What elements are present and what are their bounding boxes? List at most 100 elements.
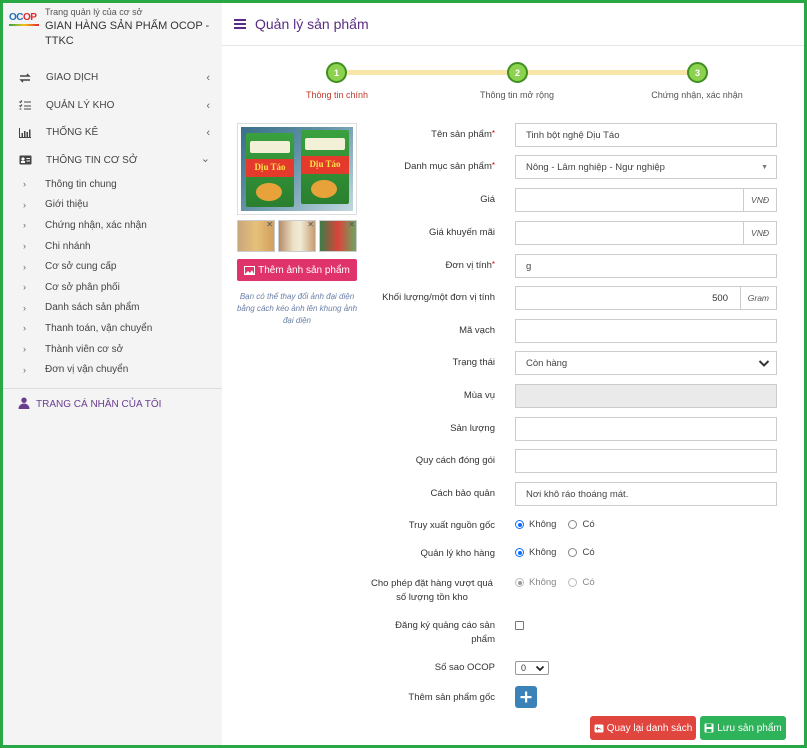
- overorder-radio-yes: [568, 578, 578, 587]
- sidebar-sub-label: Cơ sở cung cấp: [45, 261, 117, 273]
- save-product-button[interactable]: Lưu sản phẩm: [700, 716, 786, 740]
- radio-label: Có: [582, 577, 595, 588]
- close-icon[interactable]: ✕: [266, 221, 273, 229]
- chevron-right-icon: ›: [23, 323, 26, 334]
- swap-icon: [18, 72, 32, 84]
- step-connector: [347, 70, 517, 75]
- chevron-down-icon: ⌄: [200, 152, 210, 165]
- menu-icon[interactable]: [234, 19, 246, 29]
- inventory-label: Quản lý kho hàng: [420, 548, 495, 559]
- add-image-label: Thêm ảnh sản phẩm: [258, 264, 350, 276]
- barcode-input[interactable]: [515, 319, 777, 343]
- chevron-right-icon: ›: [23, 241, 26, 252]
- thumbnail[interactable]: ✕: [319, 220, 357, 252]
- output-label: Sản lượng: [450, 423, 495, 434]
- save-icon: [704, 723, 714, 733]
- main-product-image[interactable]: Dịu Táo Dịu Táo: [237, 123, 357, 215]
- chevron-down-icon: [758, 356, 770, 370]
- origin-label: Thêm sản phẩm gốc: [408, 692, 495, 703]
- sidebar-item-label: GIAO DỊCH: [46, 72, 99, 84]
- step-2-dot[interactable]: 2: [507, 62, 528, 83]
- radio-label: Không: [529, 547, 557, 558]
- step-3-label[interactable]: Chứng nhận, xác nhận: [651, 90, 743, 100]
- season-label: Mùa vụ: [463, 390, 495, 401]
- weight-input[interactable]: 500 Gram: [515, 286, 777, 310]
- packing-input[interactable]: [515, 449, 777, 473]
- product-name-input[interactable]: Tinh bột nghệ Dịu Táo: [515, 123, 777, 147]
- sidebar-item-profile[interactable]: TRANG CÁ NHÂN CỦA TÔI: [3, 389, 222, 421]
- season-input: [515, 384, 777, 408]
- sidebar-sub-item[interactable]: › Chi nhánh: [3, 236, 222, 257]
- sidebar-sub-item[interactable]: › Cơ sở cung cấp: [3, 256, 222, 277]
- sidebar-sub-item[interactable]: › Thông tin chung: [3, 174, 222, 195]
- price-input[interactable]: VNĐ: [515, 188, 777, 212]
- pack-label: Dịu Táo: [254, 162, 286, 172]
- barcode-label: Mã vạch: [459, 325, 495, 336]
- radio-label: Không: [529, 519, 557, 530]
- add-origin-product-button[interactable]: [515, 686, 537, 708]
- output-input[interactable]: [515, 417, 777, 441]
- inventory-radio-no[interactable]: [515, 548, 524, 557]
- sidebar-item-label: QUẢN LÝ KHO: [46, 99, 115, 111]
- sidebar-item-thong-ke[interactable]: THỐNG KÊ ‹: [3, 119, 222, 147]
- ads-checkbox[interactable]: [515, 621, 524, 630]
- image-icon: [244, 265, 256, 275]
- image-hint: Bạn có thể thay đổi ảnh đại diện bằng cá…: [236, 292, 358, 325]
- profile-label: TRANG CÁ NHÂN CỦA TÔI: [36, 399, 162, 411]
- sidebar-menu: GIAO DỊCH ‹ QUẢN LÝ KHO ‹ THỐNG KÊ ‹ THÔ…: [3, 64, 222, 421]
- sidebar-sub-label: Chi nhánh: [45, 240, 91, 252]
- sidebar-item-label: THÔNG TIN CƠ SỞ: [46, 154, 138, 166]
- step-3-dot[interactable]: 3: [687, 62, 708, 83]
- radio-label: Có: [582, 519, 595, 530]
- traceability-radio-yes[interactable]: [568, 520, 578, 529]
- price-label: Giá: [480, 194, 495, 205]
- step-2-label[interactable]: Thông tin mở rộng: [480, 90, 554, 100]
- category-select[interactable]: Nông - Lâm nghiệp - Ngư nghiệp ▼: [515, 155, 777, 179]
- sidebar-sub-item[interactable]: › Đơn vị vận chuyển: [3, 359, 222, 380]
- close-icon[interactable]: ✕: [348, 221, 355, 229]
- inventory-radio-yes[interactable]: [568, 548, 578, 557]
- status-label: Trạng thái: [452, 357, 495, 368]
- sidebar-sub-item[interactable]: › Danh sách sản phẩm: [3, 298, 222, 319]
- chevron-down-icon: [535, 664, 545, 673]
- sidebar-sub-item[interactable]: › Giới thiệu: [3, 195, 222, 216]
- status-select[interactable]: Còn hàng: [515, 351, 777, 375]
- overorder-radio-group: Không Có: [515, 577, 595, 588]
- thumbnail[interactable]: ✕: [237, 220, 275, 252]
- sidebar-sub-item[interactable]: › Cơ sở phân phối: [3, 277, 222, 298]
- reply-icon: [594, 724, 604, 733]
- packing-label: Quy cách đóng gói: [415, 455, 495, 466]
- radio-label: Không: [529, 577, 557, 588]
- chevron-right-icon: ›: [23, 220, 26, 231]
- storage-input[interactable]: Nơi khô ráo thoáng mát.: [515, 482, 777, 506]
- sidebar-item-label: THỐNG KÊ: [46, 127, 99, 139]
- sidebar-sub-item[interactable]: › Thành viên cơ sở: [3, 339, 222, 360]
- promo-price-input[interactable]: VNĐ: [515, 221, 777, 245]
- ocop-logo[interactable]: OCOP: [9, 12, 39, 34]
- overorder-label: Cho phép đặt hàng vượt quá số lượng tồn …: [371, 578, 493, 603]
- sidebar-item-thong-tin-co-so[interactable]: THÔNG TIN CƠ SỞ ⌄: [3, 147, 222, 175]
- product-pack: Dịu Táo: [301, 130, 349, 204]
- step-1-dot[interactable]: 1: [326, 62, 347, 83]
- sidebar-item-quan-ly-kho[interactable]: QUẢN LÝ KHO ‹: [3, 92, 222, 120]
- unit-input[interactable]: g: [515, 254, 777, 278]
- thumbnail[interactable]: ✕: [278, 220, 316, 252]
- traceability-radio-no[interactable]: [515, 520, 524, 529]
- radio-label: Có: [582, 547, 595, 558]
- page-title: Quản lý sản phẩm: [255, 16, 369, 32]
- chevron-right-icon: ›: [23, 261, 26, 272]
- sidebar-sub-item[interactable]: › Chứng nhận, xác nhận: [3, 215, 222, 236]
- step-1-label[interactable]: Thông tin chính: [306, 90, 368, 100]
- sidebar-sub-label: Thành viên cơ sở: [45, 343, 124, 355]
- chevron-right-icon: ›: [23, 282, 26, 293]
- sidebar-sub-item[interactable]: › Thanh toán, vận chuyển: [3, 318, 222, 339]
- add-image-button[interactable]: Thêm ảnh sản phẩm: [237, 259, 357, 281]
- caret-down-icon: ▼: [761, 164, 768, 171]
- stars-select[interactable]: 0: [515, 661, 549, 675]
- back-to-list-button[interactable]: Quay lại danh sách: [590, 716, 696, 740]
- sidebar-sub-label: Cơ sở phân phối: [45, 281, 120, 293]
- sidebar-sub-label: Chứng nhận, xác nhận: [45, 219, 147, 231]
- close-icon[interactable]: ✕: [307, 221, 314, 229]
- step-connector: [527, 70, 697, 75]
- sidebar-item-giao-dich[interactable]: GIAO DỊCH ‹: [3, 64, 222, 92]
